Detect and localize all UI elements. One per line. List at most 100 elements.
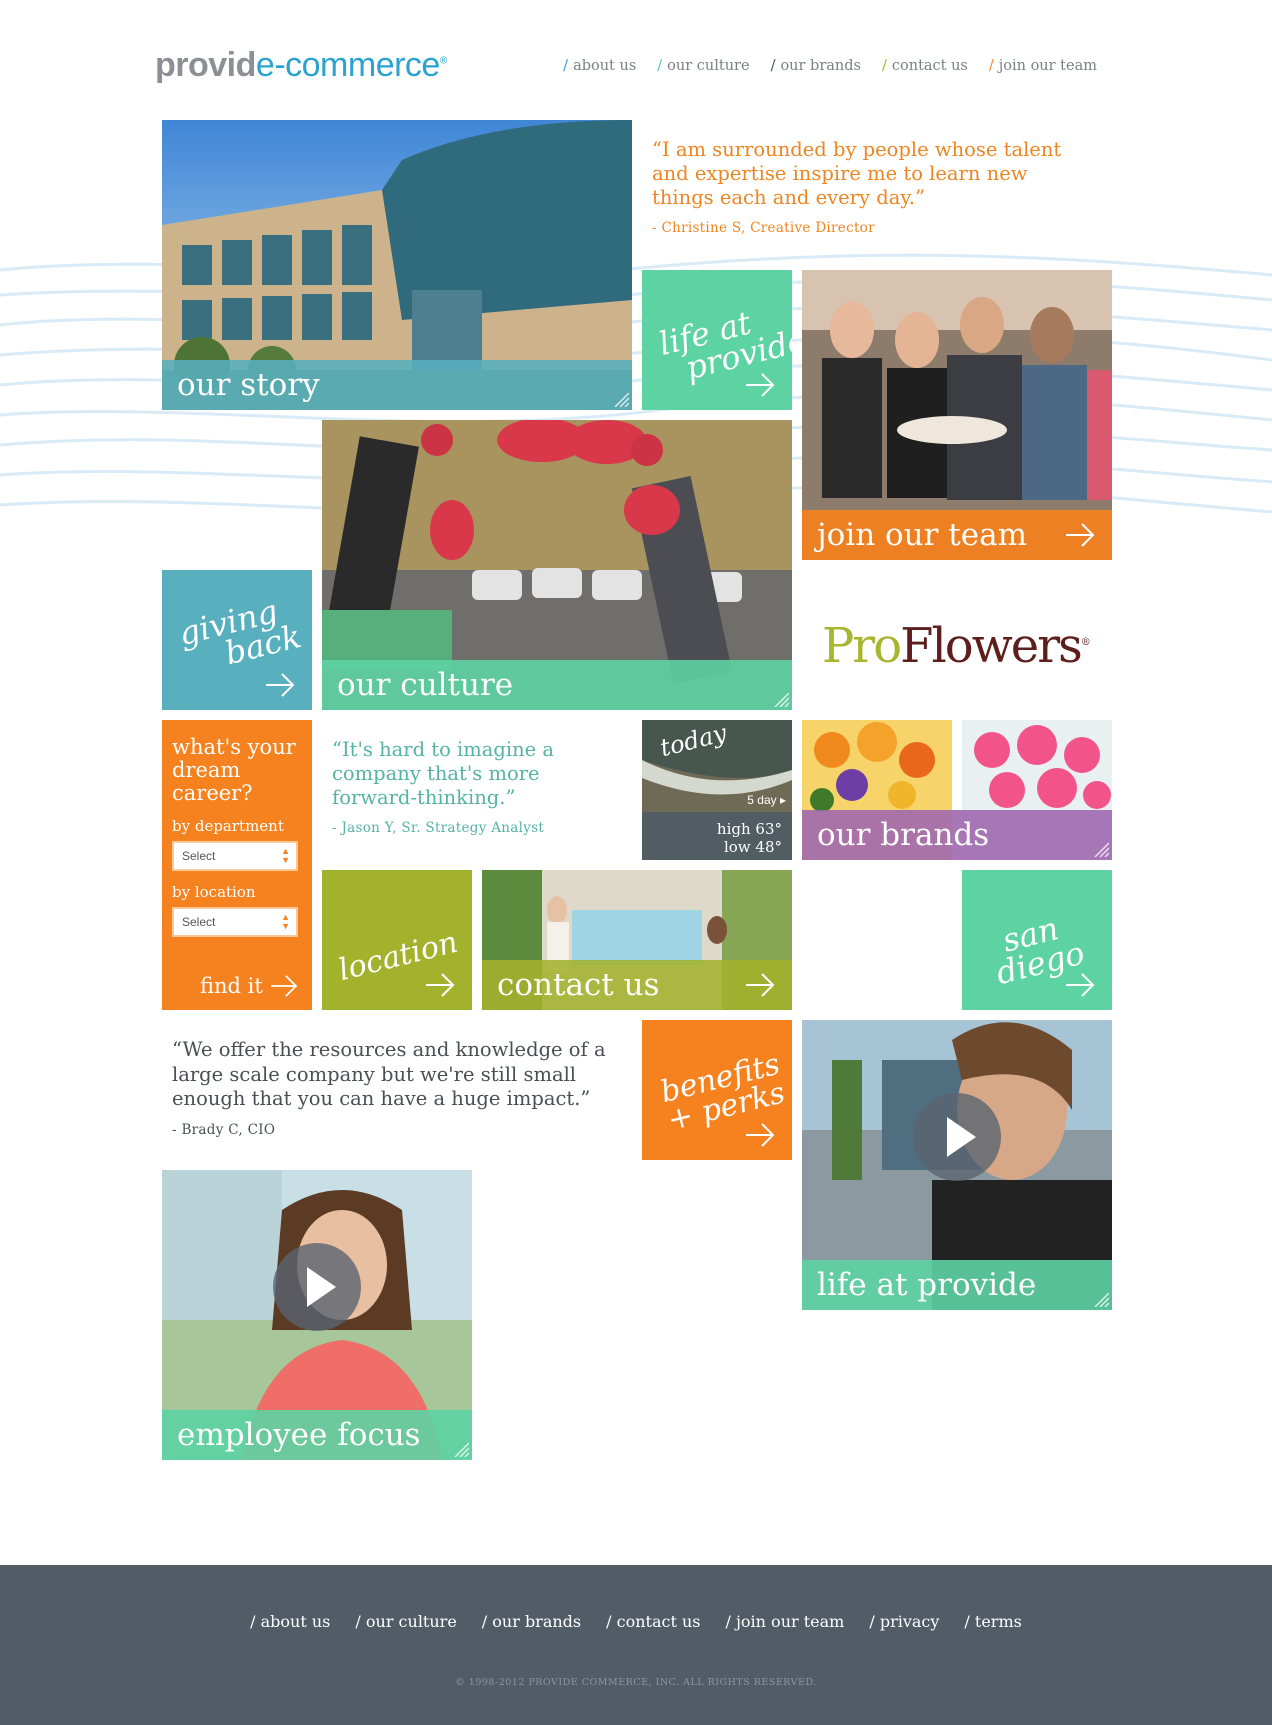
nav-about-us[interactable]: / about us	[563, 58, 636, 74]
select-updown-icon: ▲ ▼	[281, 912, 290, 931]
footer-about-us[interactable]: / about us	[250, 1612, 330, 1631]
arrow-right-icon	[266, 673, 295, 697]
giving-back-script: giving back	[175, 592, 305, 679]
quote-christine: “I am surrounded by people whose talent …	[652, 138, 1092, 236]
nav-slash: /	[988, 58, 994, 74]
footer-contact-us[interactable]: / contact us	[606, 1612, 700, 1631]
nav-label: terms	[974, 1612, 1022, 1631]
location-select[interactable]: Select ▲ ▼	[172, 907, 298, 937]
quote-jason: “It's hard to imagine a company that's m…	[332, 738, 612, 836]
arrow-right-icon	[270, 975, 298, 997]
our-story-label: our story	[177, 367, 320, 403]
arrow-right-icon	[1066, 973, 1095, 997]
nav-slash: /	[563, 58, 569, 74]
life-at-provide-script-tile[interactable]: life at provide	[642, 270, 792, 410]
corner-stripes-icon	[454, 1442, 469, 1457]
giving-back-tile[interactable]: giving back	[162, 570, 312, 710]
play-icon[interactable]	[272, 1242, 362, 1332]
nav-our-brands[interactable]: / our brands	[771, 58, 861, 74]
our-culture-band: our culture	[322, 660, 792, 710]
footer-join-our-team[interactable]: / join our team	[725, 1612, 844, 1631]
benefits-perks-tile[interactable]: benefits + perks	[642, 1020, 792, 1160]
select-updown-icon: ▲ ▼	[281, 846, 290, 865]
nav-slash: /	[606, 1612, 612, 1631]
find-it-button[interactable]: find it	[200, 974, 299, 998]
proflowers-pro: Pro	[822, 618, 902, 674]
footer-our-brands[interactable]: / our brands	[482, 1612, 581, 1631]
nav-label: our culture	[365, 1612, 457, 1631]
quote-brady: “We offer the resources and knowledge of…	[172, 1038, 632, 1138]
san-diego-tile[interactable]: san diego	[962, 870, 1112, 1010]
five-day-label: 5 day	[747, 793, 777, 807]
life-at-provide-band: life at provide	[802, 1260, 1112, 1310]
life-at-provide-label: life at provide	[817, 1267, 1037, 1303]
location-select-value: Select	[182, 915, 216, 929]
nav-slash: /	[725, 1612, 731, 1631]
nav-slash: /	[964, 1612, 970, 1631]
proflowers-registered-mark: ®	[1080, 637, 1091, 648]
career-finder-title: what's your dream career?	[172, 735, 296, 805]
footer-privacy[interactable]: / privacy	[869, 1612, 939, 1631]
corner-stripes-icon	[1094, 842, 1109, 857]
contact-us-tile[interactable]: contact us	[482, 870, 792, 1010]
corner-stripes-icon	[1094, 1292, 1109, 1307]
nav-label: our brands	[492, 1612, 582, 1631]
weather-tile[interactable]: today 5 day ▸ high 63° low 48°	[642, 720, 792, 860]
life-at-provide-video-tile[interactable]: life at provide	[802, 1020, 1112, 1310]
nav-our-culture[interactable]: / our culture	[657, 58, 749, 74]
department-select[interactable]: Select ▲ ▼	[172, 841, 298, 871]
weather-temps: high 63° low 48°	[717, 820, 782, 856]
logo-part-provide: provid	[155, 46, 256, 84]
join-our-team-label: join our team	[817, 517, 1027, 553]
arrow-right-icon	[746, 1123, 775, 1147]
our-brands-label: our brands	[817, 817, 990, 853]
quote-text: “I am surrounded by people whose talent …	[652, 138, 1062, 209]
logo-part-commerce: e-commerce	[255, 46, 440, 84]
our-brands-band: our brands	[802, 810, 1112, 860]
our-story-band: our story	[162, 360, 632, 410]
arrow-right-icon	[746, 373, 775, 397]
nav-slash: /	[881, 58, 887, 74]
nav-join-our-team[interactable]: / join our team	[989, 58, 1097, 74]
our-story-tile[interactable]: our story	[162, 120, 632, 410]
nav-slash: /	[355, 1612, 361, 1631]
nav-slash: /	[770, 58, 776, 74]
nav-label: join our team	[735, 1612, 845, 1631]
corner-stripes-icon	[614, 392, 629, 407]
career-finder: what's your dream career? by department …	[162, 720, 312, 1010]
our-brands-tile[interactable]: our brands	[802, 720, 1112, 860]
site-logo[interactable]: provide-commerce®	[155, 46, 447, 85]
footer-terms[interactable]: / terms	[964, 1612, 1021, 1631]
arrow-right-icon	[426, 973, 455, 997]
quote-author: - Jason Y, Sr. Strategy Analyst	[332, 820, 545, 836]
site-footer: / about us / our culture / our brands / …	[0, 1565, 1272, 1725]
proflowers-logo-tile[interactable]: ProFlowers®	[802, 570, 1112, 720]
proflowers-flowers: Flowers	[900, 618, 1083, 674]
contact-us-label: contact us	[497, 967, 660, 1003]
employee-focus-video-tile[interactable]: employee focus	[162, 1170, 472, 1460]
nav-label: about us	[260, 1612, 331, 1631]
nav-contact-us[interactable]: / contact us	[882, 58, 968, 74]
copyright-text: © 1998-2012 PROVIDE COMMERCE, INC. ALL R…	[455, 1677, 817, 1688]
weather-high: high 63°	[716, 820, 782, 838]
weather-low: low 48°	[723, 838, 782, 856]
nav-slash: /	[481, 1612, 488, 1631]
footer-our-culture[interactable]: / our culture	[355, 1612, 456, 1631]
five-day-link[interactable]: 5 day ▸	[747, 793, 786, 807]
our-culture-tile[interactable]: our culture	[322, 420, 792, 710]
quote-text: “We offer the resources and knowledge of…	[172, 1038, 606, 1110]
department-label: by department	[172, 817, 284, 835]
corner-stripes-icon	[774, 692, 789, 707]
nav-label: contact us	[616, 1612, 701, 1631]
logo-registered-mark: ®	[439, 55, 447, 67]
play-icon[interactable]	[912, 1092, 1002, 1182]
nav-label: contact us	[891, 58, 968, 74]
nav-label: join our team	[998, 58, 1097, 74]
employee-focus-band: employee focus	[162, 1410, 472, 1460]
location-tile[interactable]: location	[322, 870, 472, 1010]
quote-text: “It's hard to imagine a company that's m…	[332, 738, 555, 809]
nav-label: about us	[573, 58, 637, 74]
join-our-team-tile[interactable]: join our team	[802, 270, 1112, 560]
nav-slash: /	[657, 58, 663, 74]
play-small-icon: ▸	[779, 793, 786, 807]
